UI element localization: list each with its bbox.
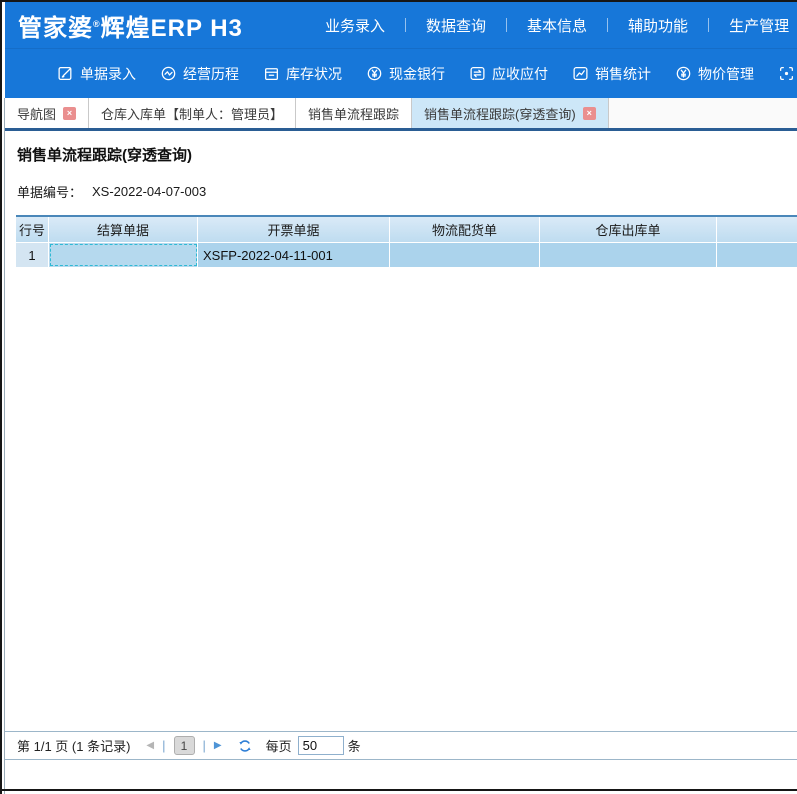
table-row[interactable]: 1 XSFP-2022-04-11-001 xyxy=(16,243,797,267)
tab-warehouse-receipt[interactable]: 仓库入库单【制单人：管理员】 xyxy=(89,98,297,128)
cell-warehouse-out-doc[interactable] xyxy=(540,243,717,267)
quick-toolbar: 单据录入 经营历程 库存状况 现金银行 应收应付 销售统计 物价管理 xyxy=(5,48,797,98)
cell-extra[interactable] xyxy=(717,243,797,267)
refresh-icon[interactable] xyxy=(238,739,252,753)
cell-logistics-doc[interactable] xyxy=(390,243,540,267)
column-header-settlement-doc[interactable]: 结算单据 xyxy=(49,217,198,243)
column-header-line-no[interactable]: 行号 xyxy=(16,217,49,243)
menu-item-business-entry[interactable]: 业务录入 xyxy=(305,15,405,36)
current-page-button[interactable]: 1 xyxy=(173,736,195,755)
pagination-separator: | xyxy=(202,738,206,753)
logo-product: 辉煌ERP H3 xyxy=(100,14,243,42)
document-number-label: 单据编号： xyxy=(17,185,83,200)
toolbar-item-receivable-payable[interactable]: 应收应付 xyxy=(469,64,548,84)
column-header-logistics-doc[interactable]: 物流配货单 xyxy=(390,217,540,243)
tab-close-icon[interactable]: × xyxy=(582,106,596,120)
cell-invoice-doc[interactable]: XSFP-2022-04-11-001 xyxy=(198,243,390,267)
toolbar-item-sales-stats[interactable]: 销售统计 xyxy=(572,64,651,84)
menu-item-production-mgmt[interactable]: 生产管理 xyxy=(709,15,797,36)
app-header: 管家婆®辉煌ERP H3 业务录入 数据查询 基本信息 辅助功能 生产管理 xyxy=(5,2,797,48)
toolbar-item-price-mgmt[interactable]: 物价管理 xyxy=(675,64,754,84)
per-page-label: 每页 xyxy=(265,739,292,754)
tab-label: 销售单流程跟踪 xyxy=(308,106,400,122)
toolbar-item-price-tracking[interactable]: 价格管理 xyxy=(778,64,797,84)
tab-sales-flow-tracking[interactable]: 销售单流程跟踪 xyxy=(296,98,413,128)
sales-stats-icon xyxy=(572,65,589,82)
toolbar-item-label: 单据录入 xyxy=(80,65,136,82)
cash-bank-icon xyxy=(366,65,383,82)
tab-close-icon[interactable]: × xyxy=(63,106,77,120)
top-menu: 业务录入 数据查询 基本信息 辅助功能 生产管理 xyxy=(305,2,797,48)
next-page-icon[interactable]: ▶ xyxy=(214,740,222,751)
column-header-extra[interactable] xyxy=(717,217,797,243)
price-manage-icon xyxy=(675,65,692,82)
app-window: 管家婆®辉煌ERP H3 业务录入 数据查询 基本信息 辅助功能 生产管理 单据… xyxy=(0,0,797,794)
tab-label: 导航图 xyxy=(17,106,57,122)
per-page-input[interactable] xyxy=(297,736,344,755)
document-number-value: XS-2022-04-07-003 xyxy=(92,184,207,199)
main-area: 导航图 × 仓库入库单【制单人：管理员】 销售单流程跟踪 销售单流程跟踪(穿透查… xyxy=(4,98,797,794)
logo-registered-mark: ® xyxy=(93,18,101,29)
toolbar-item-label: 销售统计 xyxy=(595,65,651,82)
toolbar-item-label: 应收应付 xyxy=(492,65,548,82)
page-title: 销售单流程跟踪(穿透查询) xyxy=(17,147,192,164)
toolbar-item-label: 物价管理 xyxy=(698,65,754,82)
tab-label: 仓库入库单【制单人：管理员】 xyxy=(101,106,284,122)
tab-label: 销售单流程跟踪(穿透查询) xyxy=(424,106,576,122)
toolbar-item-label: 现金银行 xyxy=(389,65,445,82)
menu-item-aux-functions[interactable]: 辅助功能 xyxy=(608,15,708,36)
prev-page-icon[interactable]: ◀ xyxy=(146,740,154,751)
document-number-row: 单据编号： XS-2022-04-07-003 xyxy=(17,182,797,201)
logo-brand: 管家婆 xyxy=(18,14,93,42)
page-info-text: 第 1/1 页 (1 条记录) xyxy=(17,739,131,754)
flow-tracking-table: 行号 结算单据 开票单据 物流配货单 仓库出库单 1 XSFP-2022-04-… xyxy=(16,215,797,267)
inventory-box-icon xyxy=(263,65,280,82)
column-header-warehouse-out-doc[interactable]: 仓库出库单 xyxy=(540,217,717,243)
window-bottom-edge xyxy=(2,789,797,791)
tab-sales-flow-tracking-drill[interactable]: 销售单流程跟踪(穿透查询) × xyxy=(412,98,609,128)
document-tab-bar: 导航图 × 仓库入库单【制单人：管理员】 销售单流程跟踪 销售单流程跟踪(穿透查… xyxy=(5,98,797,131)
pagination-bar: 第 1/1 页 (1 条记录) ◀ | 1 | ▶ 每页 条 xyxy=(5,731,797,760)
tab-navigation-map[interactable]: 导航图 × xyxy=(5,98,90,128)
toolbar-item-business-history[interactable]: 经营历程 xyxy=(160,64,239,84)
cell-settlement-doc[interactable] xyxy=(49,243,198,267)
table-header-row: 行号 结算单据 开票单据 物流配货单 仓库出库单 xyxy=(16,217,797,243)
receivable-payable-icon xyxy=(469,65,486,82)
toolbar-item-label: 经营历程 xyxy=(183,65,239,82)
app-logo: 管家婆®辉煌ERP H3 xyxy=(5,8,243,43)
cell-line-no[interactable]: 1 xyxy=(16,243,49,267)
business-history-icon xyxy=(160,65,177,82)
toolbar-item-cash-bank[interactable]: 现金银行 xyxy=(366,64,445,84)
page-content: 销售单流程跟踪(穿透查询) 单据编号： XS-2022-04-07-003 行号… xyxy=(5,134,797,794)
menu-item-basic-info[interactable]: 基本信息 xyxy=(507,15,607,36)
toolbar-item-doc-entry[interactable]: 单据录入 xyxy=(57,64,136,84)
toolbar-item-label: 库存状况 xyxy=(286,65,342,82)
pagination-separator: | xyxy=(162,738,166,753)
per-page-unit: 条 xyxy=(347,739,361,754)
menu-item-data-query[interactable]: 数据查询 xyxy=(406,15,506,36)
toolbar-item-inventory-status[interactable]: 库存状况 xyxy=(263,64,342,84)
price-scan-icon xyxy=(778,65,795,82)
edit-note-icon xyxy=(57,65,74,82)
column-header-invoice-doc[interactable]: 开票单据 xyxy=(198,217,390,243)
